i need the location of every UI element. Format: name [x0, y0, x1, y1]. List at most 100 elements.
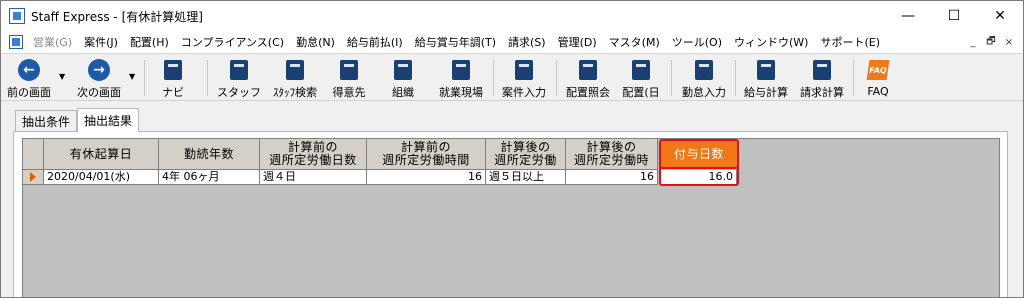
attendance-input-label: 勤怠入力: [682, 86, 726, 99]
cell-days-after[interactable]: 週５日以上: [486, 170, 566, 185]
cell-days-before[interactable]: 週４日: [260, 170, 367, 185]
placement-day-icon: [632, 59, 650, 80]
menu-tools[interactable]: ツール(O): [666, 34, 728, 50]
faq-label: FAQ: [867, 85, 889, 98]
mdi-minimize-button[interactable]: _: [965, 34, 981, 50]
close-button[interactable]: ✕: [977, 1, 1023, 31]
cell-paid-leave-start[interactable]: 2020/04/01(水): [44, 170, 159, 185]
header-paid-leave-start[interactable]: 有休起算日: [44, 139, 159, 170]
menu-sales[interactable]: 営業(G): [27, 34, 78, 50]
header-hours-after[interactable]: 計算後の 週所定労働時: [566, 139, 658, 170]
mdi-close-button[interactable]: ×: [1001, 34, 1017, 50]
minimize-button[interactable]: —: [885, 1, 931, 31]
window-controls: — ☐ ✕: [885, 1, 1023, 31]
client-label: 得意先: [332, 86, 366, 99]
billing-calc-label: 請求計算: [800, 86, 844, 99]
header-days-before[interactable]: 計算前の 週所定労働日数: [260, 139, 367, 170]
header-label: 付与日数: [673, 146, 724, 161]
organization-button[interactable]: 組織: [381, 56, 425, 100]
menu-case[interactable]: 案件(J): [78, 34, 124, 50]
header-days-after[interactable]: 計算後の 週所定労働: [486, 139, 566, 170]
header-granted-days[interactable]: 付与日数: [659, 139, 739, 169]
next-dropdown-icon[interactable]: ▼: [129, 72, 135, 81]
payroll-icon: [757, 59, 775, 80]
menu-compliance[interactable]: コンプライアンス(C): [175, 34, 290, 50]
prev-dropdown-icon[interactable]: ▼: [59, 72, 65, 81]
navi-label: ナビ: [162, 86, 184, 99]
header-years-of-service[interactable]: 勤続年数: [159, 139, 260, 170]
tab-extract-conditions[interactable]: 抽出条件: [15, 110, 78, 132]
app-window: Staff Express - [有休計算処理] — ☐ ✕ 営業(G) 案件(…: [0, 0, 1024, 298]
mdi-restore-button[interactable]: 🗗: [983, 34, 999, 50]
case-input-label: 案件入力: [502, 86, 546, 99]
organization-icon: [394, 59, 412, 80]
case-input-button[interactable]: 案件入力: [497, 56, 551, 100]
tab-extract-results[interactable]: 抽出結果: [77, 108, 140, 132]
tab-strip: 抽出条件 抽出結果: [15, 108, 140, 132]
billing-calc-button[interactable]: 請求計算: [795, 56, 849, 100]
arrow-right-icon: →: [88, 58, 110, 81]
worksite-label: 就業現場: [439, 86, 483, 99]
app-icon: [9, 8, 25, 24]
cell-hours-after[interactable]: 16: [566, 170, 658, 185]
attendance-input-button[interactable]: 勤怠入力: [677, 56, 731, 100]
menu-attendance[interactable]: 勤怠(N): [290, 34, 341, 50]
keyboard-icon: [164, 59, 182, 80]
next-screen-button[interactable]: → 次の画面: [73, 56, 125, 100]
prev-screen-label: 前の画面: [7, 86, 51, 99]
row-pointer-icon: [30, 172, 36, 182]
staff-icon: [230, 59, 248, 80]
header-hours-before[interactable]: 計算前の 週所定労働時間: [367, 139, 486, 170]
header-label: 有休起算日: [69, 146, 133, 161]
header-label-line2: 週所定労働時: [573, 153, 649, 167]
faq-button[interactable]: FAQ FAQ: [859, 56, 897, 100]
header-label: 勤続年数: [183, 146, 234, 161]
menu-payroll-bonus[interactable]: 給与賞与年調(T): [409, 34, 502, 50]
placement-query-label: 配置照会: [566, 86, 610, 99]
faq-icon: FAQ: [866, 60, 890, 80]
menu-window[interactable]: ウィンドウ(W): [728, 34, 814, 50]
staff-label: スタッフ: [217, 86, 261, 99]
menu-billing[interactable]: 請求(S): [502, 34, 552, 50]
placement-query-button[interactable]: 配置照会: [561, 56, 615, 100]
content-area: 抽出条件 抽出結果 有休起算日 勤続年数 計算前の 週所定労働日数 計算前の 週…: [1, 102, 1023, 297]
navi-button[interactable]: ナビ: [153, 56, 193, 100]
client-button[interactable]: 得意先: [327, 56, 371, 100]
arrow-left-icon: ←: [18, 58, 40, 81]
case-input-icon: [515, 59, 533, 80]
menu-advance-pay[interactable]: 給与前払(I): [341, 34, 409, 50]
header-label-line2: 週所定労働: [494, 153, 557, 167]
organization-label: 組織: [392, 86, 414, 99]
payroll-calc-button[interactable]: 給与計算: [739, 56, 793, 100]
document-menu-icon[interactable]: [9, 35, 23, 49]
maximize-button[interactable]: ☐: [931, 1, 977, 31]
prev-screen-button[interactable]: ← 前の画面: [5, 56, 53, 100]
title-bar: Staff Express - [有休計算処理] — ☐ ✕: [1, 1, 1023, 31]
menu-master[interactable]: マスタ(M): [603, 34, 666, 50]
results-grid: 有休起算日 勤続年数 計算前の 週所定労働日数 計算前の 週所定労働時間 計算後…: [22, 138, 1000, 297]
staff-search-button[interactable]: ｽﾀｯﾌ検索: [267, 56, 323, 100]
tab-panel: 有休起算日 勤続年数 計算前の 週所定労働日数 計算前の 週所定労働時間 計算後…: [13, 131, 1008, 297]
window-title: Staff Express - [有休計算処理]: [31, 9, 203, 24]
placement-day-label: 配置(日: [622, 86, 660, 99]
mdi-controls: _ 🗗 ×: [965, 34, 1017, 50]
menu-support[interactable]: サポート(E): [814, 34, 886, 50]
worksite-button[interactable]: 就業現場: [433, 56, 489, 100]
header-label-line2: 週所定労働日数: [269, 153, 357, 167]
toolbar: ← 前の画面 ▼ → 次の画面 ▼ ナビ スタッフ ｽﾀｯﾌ検索 得意先 組織 …: [1, 53, 1023, 101]
staff-search-label: ｽﾀｯﾌ検索: [273, 86, 317, 99]
granted-days-highlight: [659, 167, 739, 186]
cell-years-of-service[interactable]: 4年 06ヶ月: [159, 170, 260, 185]
payroll-calc-label: 給与計算: [744, 86, 788, 99]
menu-management[interactable]: 管理(D): [552, 34, 603, 50]
staff-button[interactable]: スタッフ: [215, 56, 263, 100]
placement-day-button[interactable]: 配置(日: [617, 56, 665, 100]
staff-search-icon: [286, 59, 304, 80]
billing-icon: [813, 59, 831, 80]
header-label-line2: 週所定労働時間: [382, 153, 470, 167]
cell-hours-before[interactable]: 16: [367, 170, 486, 185]
menu-bar: 営業(G) 案件(J) 配置(H) コンプライアンス(C) 勤怠(N) 給与前払…: [1, 31, 1023, 53]
row-selector[interactable]: [23, 170, 44, 185]
client-icon: [340, 59, 358, 80]
menu-placement[interactable]: 配置(H): [124, 34, 175, 50]
